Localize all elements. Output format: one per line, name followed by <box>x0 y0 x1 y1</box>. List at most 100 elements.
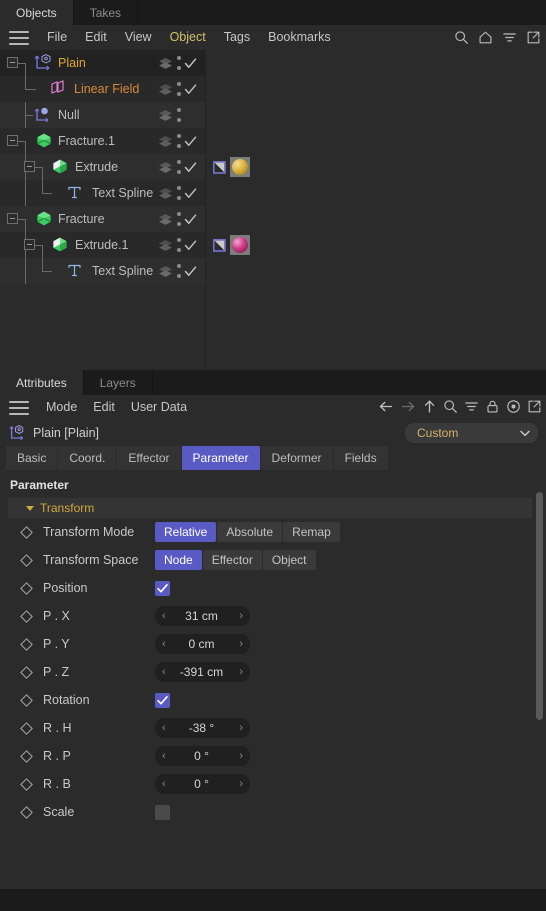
up-arrow-icon[interactable] <box>422 399 437 417</box>
target-icon[interactable] <box>506 399 521 417</box>
expander-toggle[interactable] <box>7 57 18 68</box>
search-icon[interactable] <box>454 30 469 45</box>
group-header-transform[interactable]: Transform <box>8 498 532 518</box>
tab-fields[interactable]: Fields <box>333 446 388 470</box>
dots-tag-icon[interactable] <box>176 186 181 200</box>
keyframe-diamond-icon[interactable] <box>20 749 33 763</box>
position-y-input[interactable]: ‹ 0 cm › <box>155 634 250 654</box>
dots-tag-icon[interactable] <box>176 160 181 174</box>
dots-tag-icon[interactable] <box>176 238 181 252</box>
check-tag-icon[interactable] <box>184 213 197 226</box>
keyframe-diamond-icon[interactable] <box>20 777 33 791</box>
option-relative[interactable]: Relative <box>155 522 217 542</box>
increment-arrow-icon[interactable]: › <box>239 722 243 734</box>
menu-item-mode[interactable]: Mode <box>38 395 85 420</box>
option-effector[interactable]: Effector <box>202 550 262 570</box>
check-tag-icon[interactable] <box>184 265 197 278</box>
option-absolute[interactable]: Absolute <box>217 522 283 542</box>
filter-icon[interactable] <box>502 30 517 45</box>
layer-tag-icon[interactable] <box>158 213 173 226</box>
menu-item-user-data[interactable]: User Data <box>123 395 195 420</box>
search-icon[interactable] <box>443 399 458 417</box>
dots-tag-icon[interactable] <box>176 134 181 148</box>
layer-tag-icon[interactable] <box>158 57 173 70</box>
option-node[interactable]: Node <box>155 550 202 570</box>
filter-icon[interactable] <box>464 399 479 417</box>
phong-tag-icon[interactable] <box>212 238 227 253</box>
back-arrow-icon[interactable] <box>378 399 394 417</box>
object-name[interactable]: Text Spline <box>88 264 153 278</box>
expander-toggle[interactable] <box>7 213 18 224</box>
material-swatch[interactable] <box>230 235 250 255</box>
check-tag-icon[interactable] <box>184 57 197 70</box>
dots-tag-icon[interactable] <box>176 82 181 96</box>
hamburger-icon[interactable] <box>9 400 29 415</box>
object-name[interactable]: Plain <box>54 56 86 70</box>
tab-layers[interactable]: Layers <box>83 370 153 395</box>
rotation-b-input[interactable]: ‹ 0 ° › <box>155 774 250 794</box>
layer-tag-icon[interactable] <box>158 83 173 96</box>
position-z-input[interactable]: ‹ -391 cm › <box>155 662 250 682</box>
tab-takes[interactable]: Takes <box>73 0 139 25</box>
home-icon[interactable] <box>478 30 493 45</box>
phong-tag-icon[interactable] <box>212 160 227 175</box>
increment-arrow-icon[interactable]: › <box>239 638 243 650</box>
option-object[interactable]: Object <box>262 550 316 570</box>
keyframe-diamond-icon[interactable] <box>20 609 33 623</box>
keyframe-diamond-icon[interactable] <box>20 721 33 735</box>
table-row[interactable]: Fracture <box>0 206 546 232</box>
menu-item-edit[interactable]: Edit <box>85 395 123 420</box>
layer-tag-icon[interactable] <box>158 109 173 122</box>
tab-deformer[interactable]: Deformer <box>260 446 333 470</box>
expander-toggle[interactable] <box>7 135 18 146</box>
increment-arrow-icon[interactable]: › <box>239 750 243 762</box>
menu-item-bookmarks[interactable]: Bookmarks <box>259 25 340 50</box>
dots-tag-icon[interactable] <box>176 264 181 278</box>
dots-tag-icon[interactable] <box>176 212 181 226</box>
expander-toggle[interactable] <box>24 161 35 172</box>
option-remap[interactable]: Remap <box>283 522 340 542</box>
tab-attributes[interactable]: Attributes <box>0 370 84 395</box>
object-name[interactable]: Null <box>54 108 80 122</box>
expander-toggle[interactable] <box>24 239 35 250</box>
attribute-scrollbar[interactable] <box>536 492 543 720</box>
object-name[interactable]: Fracture.1 <box>54 134 115 148</box>
table-row[interactable]: Plain <box>0 50 546 76</box>
position-x-input[interactable]: ‹ 31 cm › <box>155 606 250 626</box>
keyframe-diamond-icon[interactable] <box>20 553 33 567</box>
table-row[interactable]: Extrude <box>0 154 546 180</box>
object-name[interactable]: Fracture <box>54 212 105 226</box>
lock-icon[interactable] <box>485 399 500 417</box>
object-name[interactable]: Linear Field <box>70 82 139 96</box>
menu-item-view[interactable]: View <box>116 25 161 50</box>
layer-tag-icon[interactable] <box>158 187 173 200</box>
table-row[interactable]: Linear Field <box>0 76 546 102</box>
preset-dropdown[interactable]: Custom <box>405 423 538 443</box>
menu-item-tags[interactable]: Tags <box>215 25 259 50</box>
check-tag-icon[interactable] <box>184 187 197 200</box>
hamburger-icon[interactable] <box>9 30 29 45</box>
position-checkbox[interactable] <box>155 580 170 596</box>
object-name[interactable]: Extrude.1 <box>71 238 129 252</box>
keyframe-diamond-icon[interactable] <box>20 665 33 679</box>
popout-icon[interactable] <box>526 30 541 45</box>
layer-tag-icon[interactable] <box>158 265 173 278</box>
table-row[interactable]: Fracture.1 <box>0 128 546 154</box>
keyframe-diamond-icon[interactable] <box>20 525 33 539</box>
check-tag-icon[interactable] <box>184 135 197 148</box>
tab-effector[interactable]: Effector <box>117 446 181 470</box>
tab-basic[interactable]: Basic <box>6 446 58 470</box>
layer-tag-icon[interactable] <box>158 239 173 252</box>
menu-item-file[interactable]: File <box>38 25 76 50</box>
tab-parameter[interactable]: Parameter <box>181 446 260 470</box>
increment-arrow-icon[interactable]: › <box>239 778 243 790</box>
table-row[interactable]: Null <box>0 102 546 128</box>
check-tag-icon[interactable] <box>184 161 197 174</box>
dots-tag-icon[interactable] <box>176 108 181 122</box>
rotation-p-input[interactable]: ‹ 0 ° › <box>155 746 250 766</box>
forward-arrow-icon[interactable] <box>400 399 416 417</box>
dots-tag-icon[interactable] <box>176 56 181 70</box>
object-tree[interactable]: Plain Linear Field Null Fracture.1 Extru… <box>0 50 546 370</box>
check-tag-icon[interactable] <box>184 239 197 252</box>
popout-icon[interactable] <box>527 399 542 417</box>
